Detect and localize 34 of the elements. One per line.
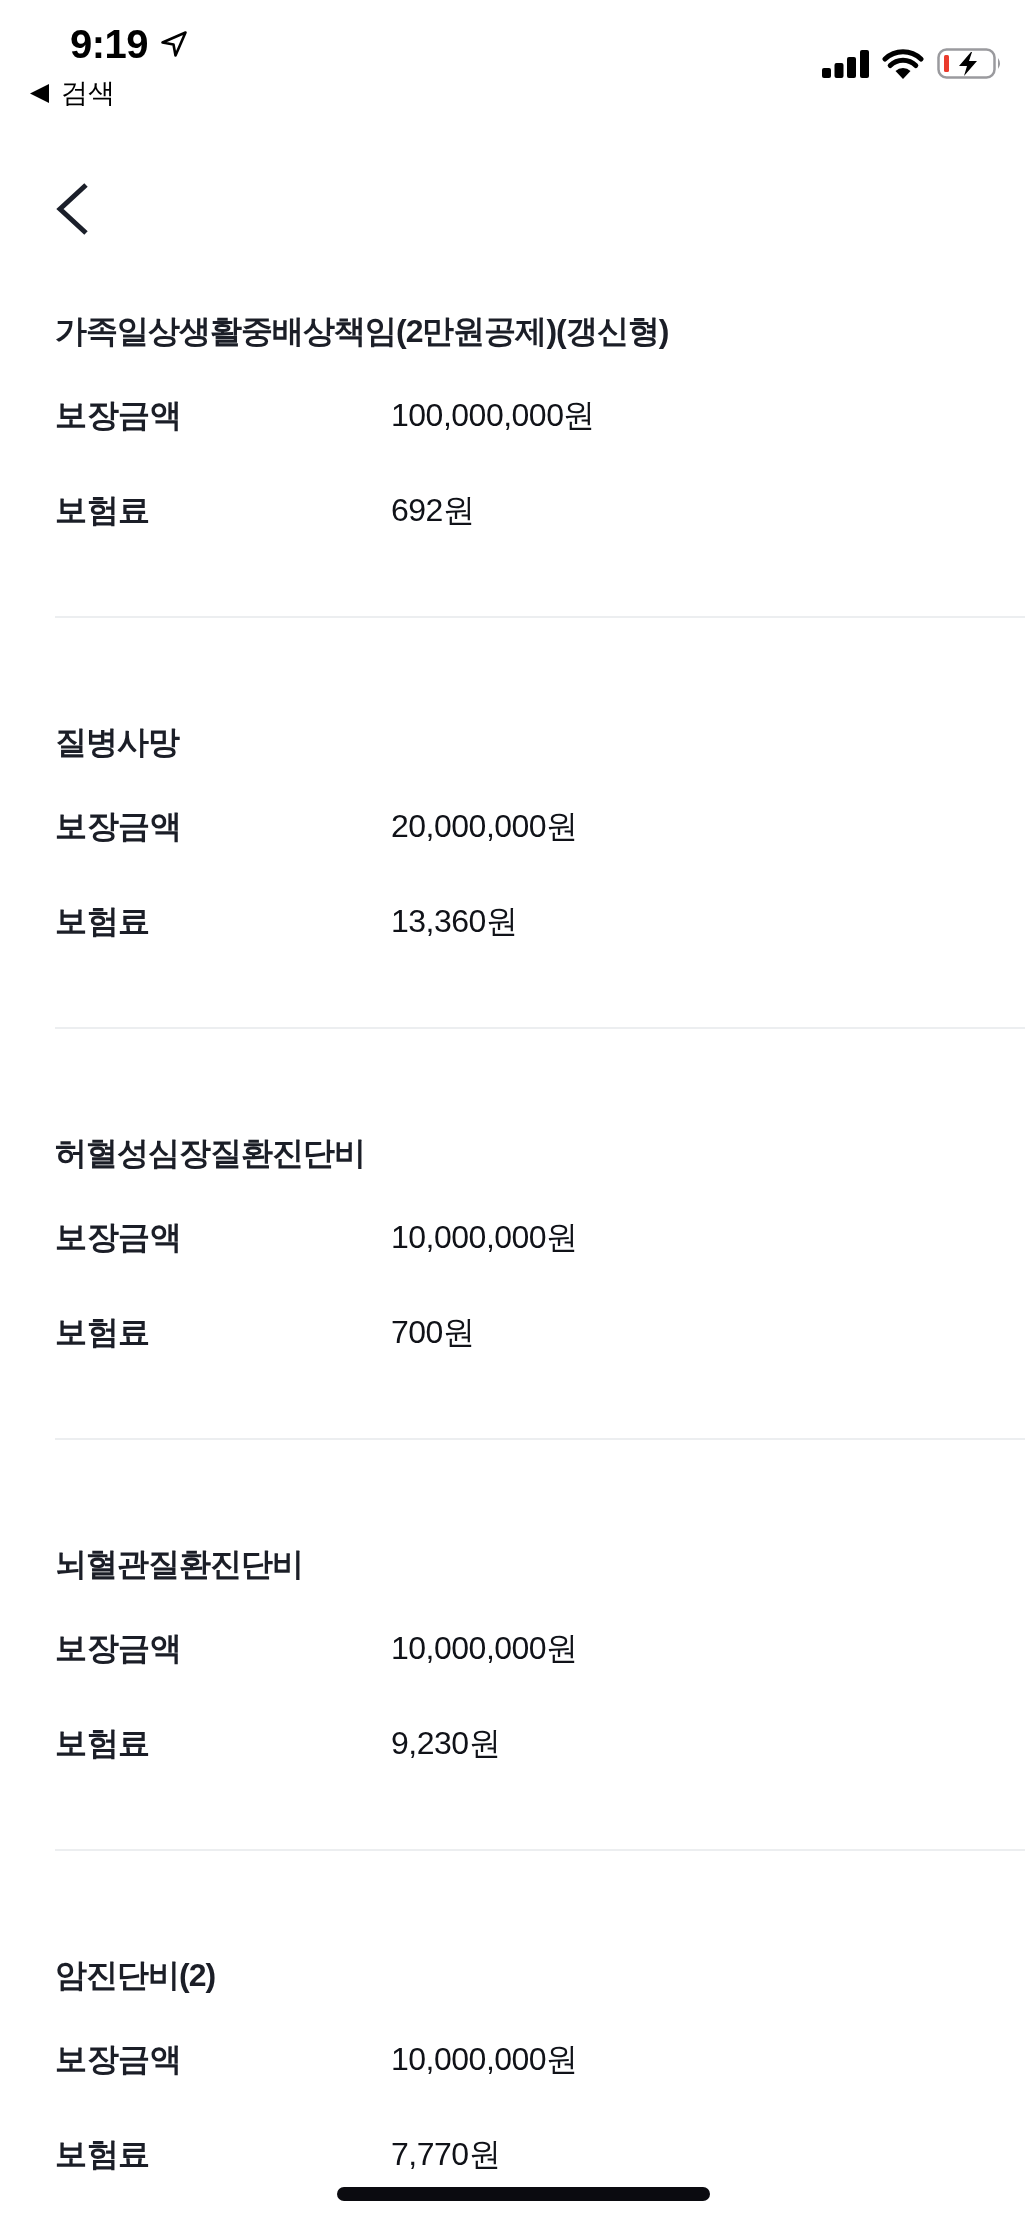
coverage-title: 허혈성심장질환진단비 [55, 1135, 365, 1171]
field-label: 보험료 [55, 2136, 151, 2172]
field-label: 보장금액 [55, 808, 182, 844]
field-value: 9,230원 [391, 1725, 501, 1761]
field-label: 보장금액 [55, 397, 182, 433]
location-arrow-icon [160, 30, 189, 58]
field-label: 보험료 [55, 492, 151, 528]
field-value: 100,000,000원 [391, 397, 595, 433]
field-label: 보험료 [55, 903, 151, 939]
back-triangle-icon [30, 83, 49, 103]
field-value: 7,770원 [391, 2136, 501, 2172]
field-label: 보험료 [55, 1314, 151, 1350]
status-time: 9:19 [70, 21, 149, 68]
field-value: 700원 [391, 1314, 475, 1350]
coverage-title: 뇌혈관질환진단비 [55, 1546, 303, 1582]
coverage-title: 질병사망 [55, 724, 179, 760]
signal-icon [822, 49, 869, 78]
field-label: 보장금액 [55, 2041, 182, 2077]
chevron-left-icon [55, 182, 89, 236]
field-value: 692원 [391, 492, 475, 528]
field-value: 10,000,000원 [391, 1630, 578, 1666]
back-to-app-button[interactable]: 검색 [30, 76, 115, 110]
coverage-title: 암진단비(2) [55, 1957, 216, 1993]
field-label: 보험료 [55, 1725, 151, 1761]
field-label: 보장금액 [55, 1219, 182, 1255]
field-value: 10,000,000원 [391, 2041, 578, 2077]
wifi-icon [882, 48, 924, 79]
field-value: 13,360원 [391, 903, 518, 939]
battery-charging-icon [937, 48, 1003, 79]
back-button[interactable] [55, 182, 89, 236]
coverage-title: 가족일상생활중배상책임(2만원공제)(갱신형) [55, 313, 669, 349]
field-value: 10,000,000원 [391, 1219, 578, 1255]
field-value: 20,000,000원 [391, 808, 578, 844]
field-label: 보장금액 [55, 1630, 182, 1666]
